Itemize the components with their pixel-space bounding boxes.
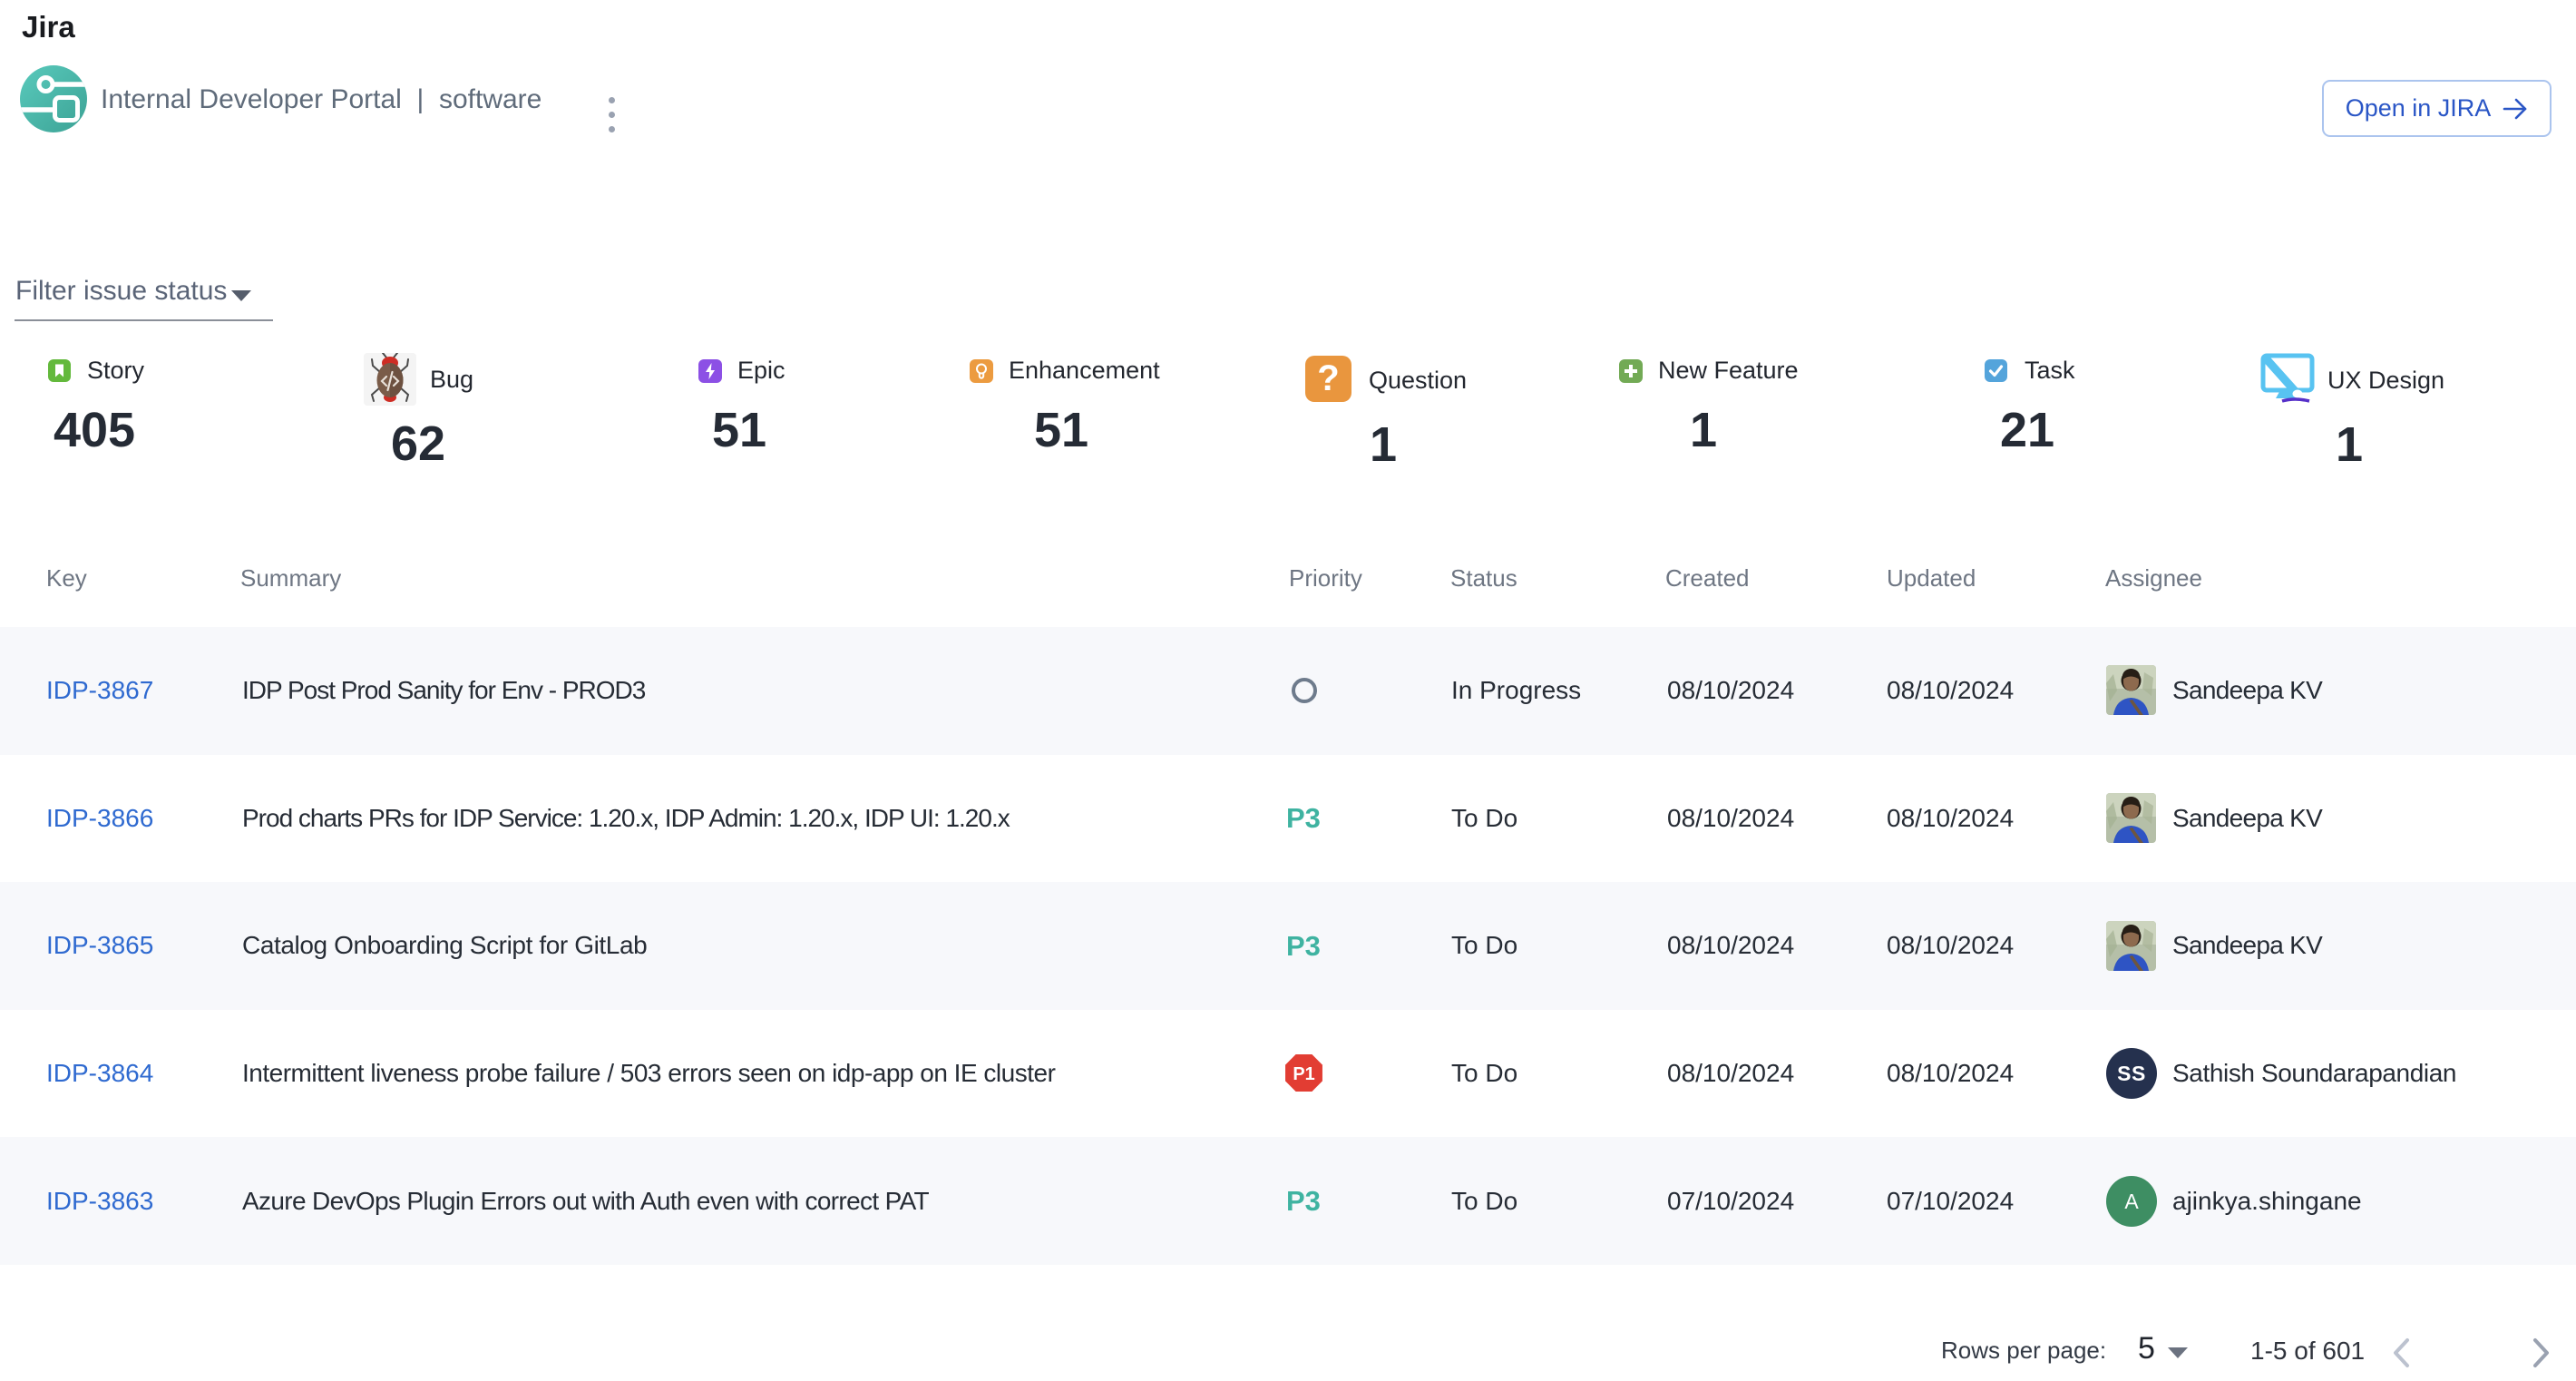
svg-text:P1: P1 (1293, 1064, 1314, 1084)
svg-text:?: ? (1317, 358, 1339, 398)
